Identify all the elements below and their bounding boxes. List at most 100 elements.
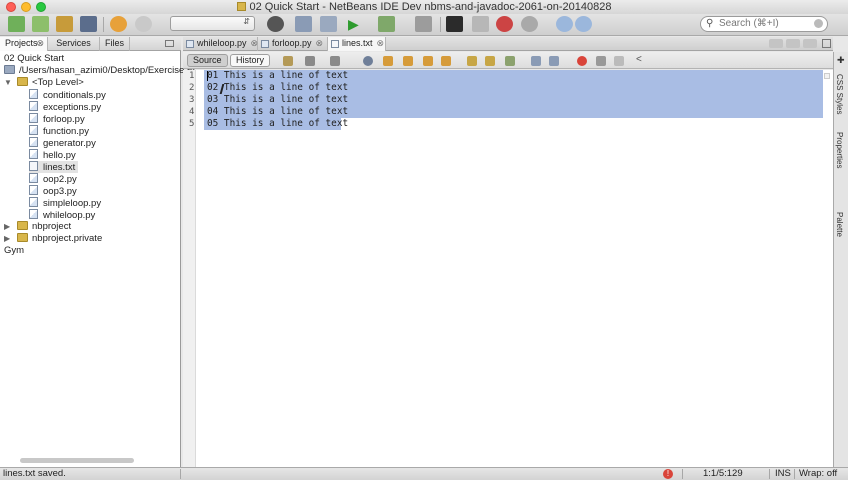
file-item-selected[interactable]: lines.txt <box>29 161 79 173</box>
file-item[interactable]: forloop.py <box>29 113 85 125</box>
error-stripe[interactable] <box>823 70 831 467</box>
save-all-icon[interactable] <box>80 16 97 32</box>
show-opened-documents-icon[interactable] <box>803 39 817 48</box>
notification-icon[interactable]: ! <box>663 469 673 479</box>
file-item[interactable]: generator.py <box>29 137 96 149</box>
file-item[interactable]: oop3.py <box>29 185 77 197</box>
code-line[interactable]: 03 This is a line of text <box>207 94 348 106</box>
file-item[interactable]: hello.py <box>29 149 76 161</box>
close-window-button[interactable] <box>6 2 16 12</box>
tab-lines-txt[interactable]: lines.txt ⊗ <box>328 37 386 51</box>
folder-nbproject[interactable]: ▶ nbproject <box>4 221 71 233</box>
code-line[interactable]: 05 This is a line of text <box>207 118 348 130</box>
tab-files[interactable]: Files <box>100 37 130 51</box>
collapsed-arrow-icon[interactable]: ▶ <box>4 221 10 233</box>
horizontal-scrollbar[interactable] <box>20 458 134 463</box>
tab-projects[interactable]: Projects ⊗ <box>0 37 48 51</box>
project-gym[interactable]: Gym <box>4 245 24 257</box>
clear-search-icon[interactable] <box>814 19 823 28</box>
maximize-window-icon[interactable] <box>822 39 831 48</box>
file-item[interactable]: function.py <box>29 125 89 137</box>
code-line[interactable]: 04 This is a line of text <box>207 106 348 118</box>
top-level-folder[interactable]: ▼ <Top Level> <box>4 77 84 89</box>
undo-icon[interactable] <box>110 16 127 32</box>
scroll-tabs-right-icon[interactable] <box>786 39 800 48</box>
file-item[interactable]: exceptions.py <box>29 101 101 113</box>
tab-label: Files <box>105 38 125 48</box>
build-hammer-icon[interactable] <box>295 16 312 32</box>
add-panel-icon[interactable]: ✚ <box>837 55 845 66</box>
project-name[interactable]: 02 Quick Start <box>4 53 64 65</box>
find-next-icon[interactable] <box>403 56 413 66</box>
comment-icon[interactable] <box>614 56 624 66</box>
configuration-select[interactable]: ⇵ <box>170 16 255 31</box>
tab-label: forloop.py <box>272 38 312 48</box>
project-path-row[interactable]: /Users/hasan_azimi0/Desktop/Exercise Fi <box>4 65 195 77</box>
start-macro-recording-icon[interactable] <box>577 56 587 66</box>
close-icon[interactable]: ⊗ <box>36 37 44 50</box>
folder-nbproject-private[interactable]: ▶ nbproject.private <box>4 233 102 245</box>
forward-icon[interactable] <box>330 56 340 66</box>
stop-macro-recording-icon[interactable] <box>596 56 606 66</box>
clean-build-icon[interactable] <box>320 16 337 32</box>
forward-navigation-icon[interactable] <box>575 16 592 32</box>
panel-tabs: Projects ⊗ Services Files <box>0 37 181 51</box>
file-item[interactable]: whileloop.py <box>29 209 95 221</box>
globe-icon[interactable] <box>267 16 284 32</box>
document-icon[interactable] <box>472 16 489 32</box>
line-number: 5 <box>189 119 195 129</box>
new-file-icon[interactable] <box>8 16 25 32</box>
tab-services[interactable]: Services <box>48 37 100 51</box>
file-item[interactable]: oop2.py <box>29 173 77 185</box>
redo-icon[interactable] <box>135 16 152 32</box>
source-button[interactable]: Source <box>187 54 228 67</box>
collapsed-arrow-icon[interactable]: ▶ <box>4 233 10 245</box>
run-icon[interactable]: ▶ <box>348 16 365 32</box>
find-icon[interactable] <box>363 56 373 66</box>
terminal-icon[interactable] <box>446 16 463 32</box>
close-icon[interactable]: ⊗ <box>251 38 259 48</box>
gear-icon[interactable] <box>521 16 538 32</box>
line-number: 1 <box>189 71 195 81</box>
last-edit-icon[interactable] <box>283 56 293 66</box>
shift-right-icon[interactable] <box>549 56 559 66</box>
history-button[interactable]: History <box>230 54 271 67</box>
scroll-tabs-left-icon[interactable] <box>769 39 783 48</box>
code-line[interactable]: 02 This is a line of text <box>207 82 348 94</box>
expanded-arrow-icon[interactable]: ▼ <box>4 77 12 89</box>
search-input[interactable]: ⚲ Search (⌘+I) <box>700 16 828 32</box>
profile-icon[interactable] <box>415 16 432 32</box>
zoom-window-button[interactable] <box>36 2 46 12</box>
toggle-highlight-icon[interactable] <box>441 56 451 66</box>
find-previous-icon[interactable] <box>383 56 393 66</box>
find-selection-icon[interactable] <box>423 56 433 66</box>
tab-whileloop[interactable]: whileloop.py ⊗ <box>183 37 258 51</box>
debug-icon[interactable] <box>378 16 395 32</box>
back-navigation-icon[interactable] <box>556 16 573 32</box>
css-styles-tab[interactable]: CSS Styles <box>835 74 844 114</box>
close-icon[interactable]: ⊗ <box>377 38 385 48</box>
minimize-panel-icon[interactable] <box>165 40 174 47</box>
tab-label: lines.txt <box>342 38 373 48</box>
tab-forloop[interactable]: forloop.py ⊗ <box>258 37 328 51</box>
previous-bookmark-icon[interactable] <box>467 56 477 66</box>
git-icon[interactable] <box>496 16 513 32</box>
chevron-down-icon: ⇵ <box>243 17 250 26</box>
file-item[interactable]: simpleloop.py <box>29 197 101 209</box>
uncomment-icon[interactable]: < <box>636 54 642 65</box>
file-name: simpleloop.py <box>43 198 102 209</box>
back-icon[interactable] <box>305 56 315 66</box>
editor-tabs: whileloop.py ⊗ forloop.py ⊗ lines.txt ⊗ <box>183 37 833 51</box>
close-icon[interactable]: ⊗ <box>316 38 324 48</box>
toggle-bookmark-icon[interactable] <box>505 56 515 66</box>
next-bookmark-icon[interactable] <box>485 56 495 66</box>
shift-left-icon[interactable] <box>531 56 541 66</box>
code-line[interactable]: 01 This is a line of text <box>207 70 348 82</box>
new-project-icon[interactable] <box>32 16 49 32</box>
palette-tab[interactable]: Palette <box>835 212 844 237</box>
editor-area[interactable]: 1 2 3 4 5 01 This is a line of text 02 T… <box>183 70 833 467</box>
file-item[interactable]: conditionals.py <box>29 89 106 101</box>
open-project-icon[interactable] <box>56 16 73 32</box>
minimize-window-button[interactable] <box>21 2 31 12</box>
properties-tab[interactable]: Properties <box>835 132 844 168</box>
